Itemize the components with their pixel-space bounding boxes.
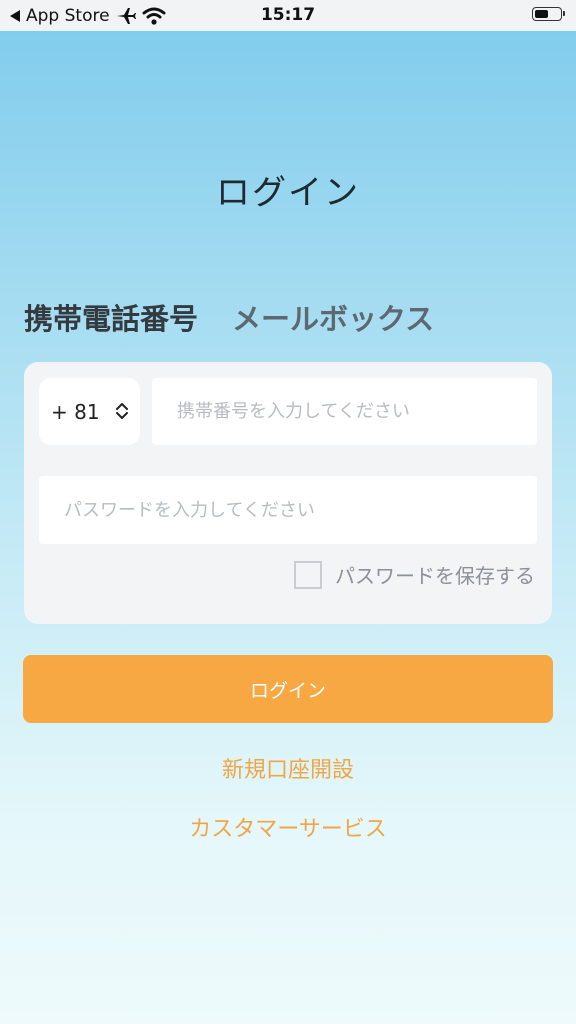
chevron-updown-icon: [116, 403, 128, 419]
login-button[interactable]: ログイン: [23, 655, 553, 723]
status-bar: App Store 15:17: [0, 0, 576, 31]
battery-icon: [532, 7, 565, 21]
password-input[interactable]: [39, 476, 537, 544]
country-code-value: + 81: [51, 399, 100, 424]
country-code-selector[interactable]: + 81: [39, 378, 140, 445]
login-method-tabs: 携帯電話番号 メールボックス: [24, 296, 434, 338]
register-link[interactable]: 新規口座開設: [0, 752, 576, 784]
phone-input[interactable]: [152, 378, 537, 445]
tab-phone[interactable]: 携帯電話番号: [24, 296, 198, 338]
customer-service-link[interactable]: カスタマーサービス: [0, 811, 576, 843]
status-right: [532, 7, 565, 21]
login-button-label: ログイン: [249, 679, 326, 702]
tab-email[interactable]: メールボックス: [232, 296, 434, 338]
login-form-card: + 81 パスワードを保存する: [24, 362, 552, 624]
page-title: ログイン: [216, 173, 360, 213]
save-password-checkbox[interactable]: [294, 560, 322, 589]
save-password-row: パスワードを保存する: [294, 560, 535, 589]
battery-level: [535, 10, 548, 18]
save-password-label[interactable]: パスワードを保存する: [335, 560, 535, 589]
status-time: 15:17: [260, 5, 316, 25]
